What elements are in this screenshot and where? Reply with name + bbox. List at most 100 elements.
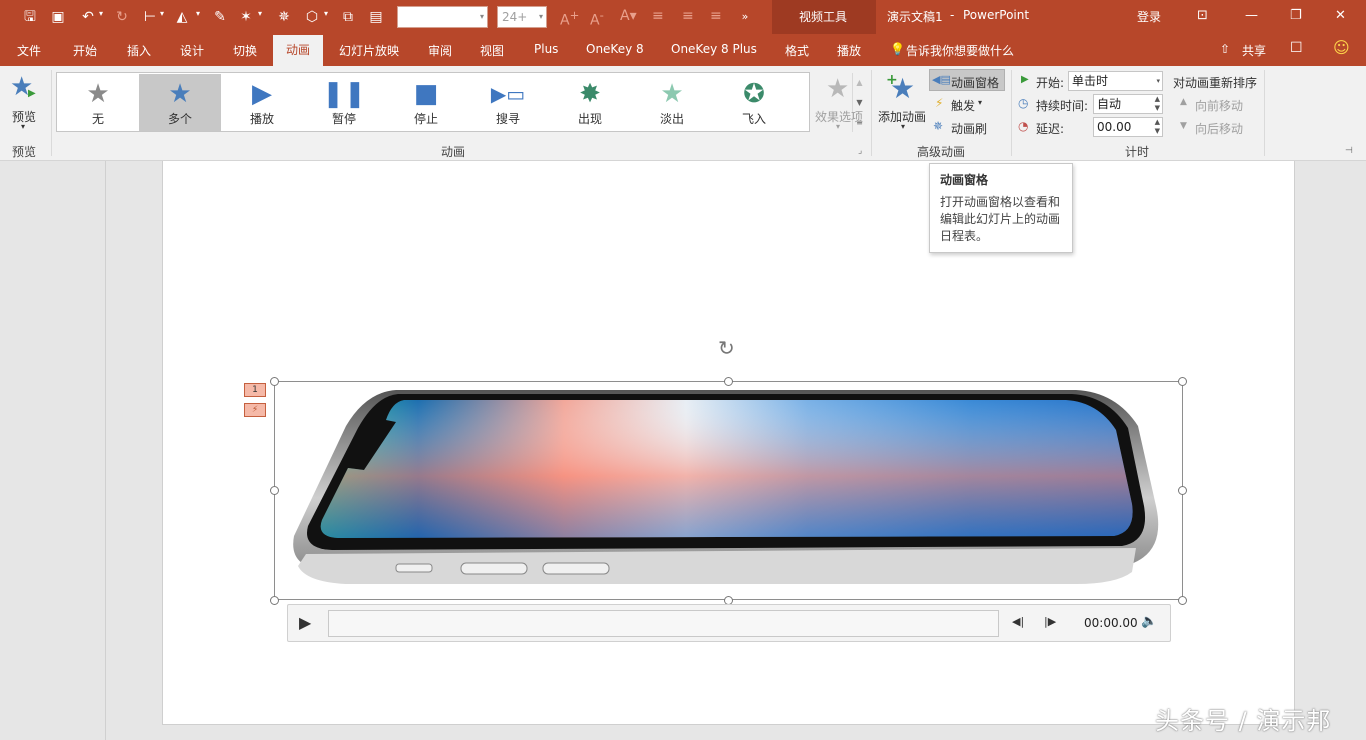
play-button-icon[interactable]: ▶ bbox=[299, 613, 311, 632]
ribbon-display-icon[interactable]: ⊡ bbox=[1197, 8, 1208, 23]
selection-frame bbox=[274, 381, 1183, 600]
watermark-text: 头条号 / 演示邦 bbox=[1155, 707, 1332, 735]
animation-painter-icon: ✵ bbox=[933, 119, 944, 133]
add-animation-star-icon[interactable]: ★ bbox=[890, 72, 915, 105]
undo-dropdown-icon[interactable]: ▾ bbox=[99, 9, 103, 18]
gallery-item-appear[interactable]: ✸ 出现 bbox=[549, 74, 631, 131]
smiley-icon[interactable]: ☺ bbox=[1333, 38, 1350, 57]
tab-onekey8plus[interactable]: OneKey 8 Plus bbox=[671, 42, 757, 56]
pin-ribbon-icon[interactable]: ⊣ bbox=[1345, 146, 1353, 156]
shapes-dropdown-icon[interactable]: ▾ bbox=[196, 9, 200, 18]
tell-me-box[interactable]: 告诉我你想要做什么 bbox=[906, 42, 1014, 59]
step-forward-icon[interactable]: |▶ bbox=[1044, 615, 1056, 628]
gallery-item-fly-in[interactable]: ✪ 飞入 bbox=[713, 74, 795, 131]
painter-dropdown-icon[interactable]: ▾ bbox=[324, 9, 328, 18]
tab-design[interactable]: 设计 bbox=[180, 42, 204, 59]
spinner-arrows-icon[interactable]: ▲ ▼ bbox=[1155, 118, 1160, 136]
title-bar: 🖫 ▣ ↶ ▾ ↻ ⊢ ▾ ◭ ▾ ✎ ✶ ▾ ✵ ⬡ ▾ ⧉ ▤ ▾ 24+ … bbox=[0, 0, 1366, 34]
delay-input[interactable]: 00.00 ▲ ▼ bbox=[1093, 117, 1163, 137]
animation-painter-icon[interactable]: ⬡ bbox=[302, 7, 322, 27]
resize-handle-bottom-left[interactable] bbox=[270, 596, 279, 605]
share-button[interactable]: 共享 bbox=[1242, 42, 1266, 59]
media-progress-bar[interactable] bbox=[328, 610, 999, 637]
font-name-box[interactable]: ▾ bbox=[397, 6, 488, 28]
animation-painter-button[interactable]: 动画刷 bbox=[951, 120, 987, 137]
minimize-icon[interactable]: — bbox=[1245, 8, 1258, 23]
restore-icon[interactable]: ❐ bbox=[1290, 8, 1302, 23]
tab-transitions[interactable]: 切换 bbox=[233, 42, 257, 59]
app-name: PowerPoint bbox=[963, 8, 1030, 22]
tab-format[interactable]: 格式 bbox=[785, 42, 809, 59]
gallery-item-fade[interactable]: ★ 淡出 bbox=[631, 74, 713, 131]
tooltip-title: 动画窗格 bbox=[940, 173, 989, 187]
volume-icon[interactable]: 🔈 bbox=[1141, 614, 1157, 629]
trigger-tag-lightning-icon[interactable]: ⚡ bbox=[244, 403, 266, 417]
trigger-lightning-icon: ⚡ bbox=[935, 96, 944, 110]
context-tools-label: 视频工具 bbox=[799, 10, 848, 24]
share-icon[interactable]: ⇧ bbox=[1220, 42, 1230, 56]
shapes-icon[interactable]: ◭ bbox=[172, 7, 192, 27]
gallery-item-label: 停止 bbox=[413, 112, 438, 126]
touch-mode-icon[interactable]: ✎ bbox=[210, 7, 230, 27]
tab-plus[interactable]: Plus bbox=[534, 42, 558, 56]
duration-input[interactable]: 自动 ▲ ▼ bbox=[1093, 94, 1163, 114]
chevron-down-icon: ▾ bbox=[538, 12, 543, 21]
animation-star-icon[interactable]: ✶ bbox=[236, 7, 256, 27]
thumbnail-pane-border bbox=[105, 161, 106, 740]
start-select[interactable]: 单击时 ▾ bbox=[1068, 71, 1163, 91]
trigger-dropdown-icon[interactable]: ▾ bbox=[978, 98, 982, 107]
spinner-arrows-icon[interactable]: ▲ ▼ bbox=[1155, 95, 1160, 113]
new-slide-icon[interactable]: ⧉ bbox=[338, 7, 358, 27]
effect-options-icon: ★ bbox=[826, 74, 850, 104]
gallery-scroll-up-icon[interactable]: ▲ bbox=[852, 73, 866, 93]
gallery-item-stop[interactable]: ■ 停止 bbox=[385, 74, 467, 131]
resize-handle-right[interactable] bbox=[1178, 486, 1187, 495]
tab-review[interactable]: 审阅 bbox=[428, 42, 452, 59]
gallery-item-seek[interactable]: ▶▭ 搜寻 bbox=[467, 74, 549, 131]
comments-icon[interactable]: ☐ bbox=[1290, 40, 1303, 56]
gallery-item-multiple[interactable]: ★ 多个 bbox=[139, 74, 221, 131]
save-disk-icon[interactable]: ▣ bbox=[48, 7, 68, 27]
more-commands-icon[interactable]: » bbox=[735, 7, 755, 27]
format-dropdown-icon[interactable]: ▾ bbox=[160, 9, 164, 18]
add-animation-icon[interactable]: ✵ bbox=[274, 7, 294, 27]
font-size-box[interactable]: 24+ ▾ bbox=[497, 6, 547, 28]
group-divider bbox=[871, 70, 872, 156]
dialog-launcher-icon[interactable]: ⌟ bbox=[858, 146, 862, 156]
resize-handle-left[interactable] bbox=[270, 486, 279, 495]
resize-handle-bottom-right[interactable] bbox=[1178, 596, 1187, 605]
animation-gallery[interactable]: ★ 无 ★ 多个 ▶ 播放 ❚❚ 暂停 ■ 停止 ▶▭ 搜寻 ✸ 出现 ★ 淡出 bbox=[56, 72, 863, 132]
gallery-item-none[interactable]: ★ 无 bbox=[57, 74, 139, 131]
gallery-item-pause[interactable]: ❚❚ 暂停 bbox=[303, 74, 385, 131]
close-icon[interactable]: ✕ bbox=[1335, 8, 1346, 23]
resize-handle-top-left[interactable] bbox=[270, 377, 279, 386]
tab-home[interactable]: 开始 bbox=[73, 42, 97, 59]
animation-dropdown-icon[interactable]: ▾ bbox=[258, 9, 262, 18]
tab-view[interactable]: 视图 bbox=[480, 42, 504, 59]
move-earlier-button: 向前移动 bbox=[1195, 99, 1244, 113]
fly-in-icon: ✪ bbox=[743, 79, 765, 109]
undo-icon[interactable]: ↶ bbox=[78, 7, 98, 27]
text-box-icon[interactable]: ▤ bbox=[366, 7, 386, 27]
tab-slideshow[interactable]: 幻灯片放映 bbox=[339, 42, 399, 59]
tab-insert[interactable]: 插入 bbox=[127, 42, 151, 59]
step-back-icon[interactable]: ◀| bbox=[1012, 615, 1024, 628]
add-animation-dropdown-icon[interactable]: ▾ bbox=[901, 122, 905, 131]
gallery-item-play[interactable]: ▶ 播放 bbox=[221, 74, 303, 131]
preview-dropdown-icon[interactable]: ▾ bbox=[21, 122, 25, 131]
animation-pane-button[interactable]: 动画窗格 bbox=[951, 74, 999, 91]
trigger-button[interactable]: 触发 bbox=[951, 97, 975, 114]
tab-onekey8[interactable]: OneKey 8 bbox=[586, 42, 644, 56]
resize-handle-top-right[interactable] bbox=[1178, 377, 1187, 386]
save-icon[interactable]: 🖫 bbox=[20, 7, 40, 27]
resize-handle-top[interactable] bbox=[724, 377, 733, 386]
tab-animations[interactable]: 动画 bbox=[273, 35, 323, 66]
format-painter-icon[interactable]: ⊢ bbox=[140, 7, 160, 27]
redo-icon: ↻ bbox=[116, 9, 128, 25]
tab-file[interactable]: 文件 bbox=[17, 42, 41, 59]
tab-playback[interactable]: 播放 bbox=[837, 42, 861, 59]
start-value: 单击时 bbox=[1072, 74, 1109, 88]
animation-order-tag[interactable]: 1 bbox=[244, 383, 266, 397]
login-button[interactable]: 登录 bbox=[1137, 8, 1161, 25]
rotate-handle-icon[interactable]: ↻ bbox=[718, 336, 735, 360]
